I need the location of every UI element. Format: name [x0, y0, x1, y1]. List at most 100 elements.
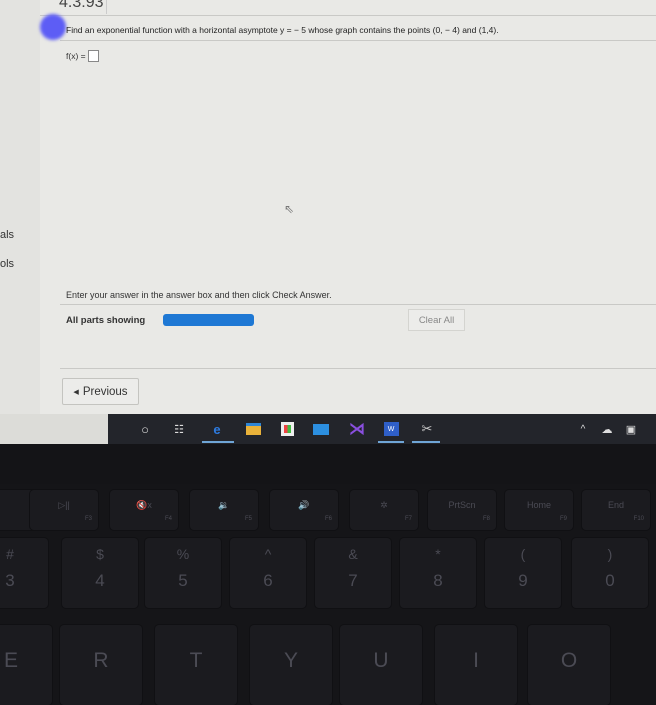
snipping-tool-icon[interactable]: ✂: [418, 420, 436, 438]
previous-button[interactable]: ◀ Previous: [62, 378, 139, 405]
question-number: 4.3.93: [55, 0, 107, 14]
key-label: U: [373, 649, 389, 672]
caret-left-icon: ◀: [73, 388, 79, 396]
edge-icon[interactable]: e: [208, 420, 226, 438]
key-f10[interactable]: End F10: [582, 490, 650, 530]
laptop-bezel: [0, 444, 656, 484]
key-shift-label: &: [348, 546, 358, 562]
key-7[interactable]: & 7: [315, 538, 391, 608]
key-y[interactable]: Y: [250, 625, 332, 705]
clear-all-button[interactable]: Clear All: [408, 309, 465, 331]
key-shift-label: ): [607, 546, 613, 562]
instruction-text: Enter your answer in the answer box and …: [66, 290, 332, 300]
sidebar: als ols n: [0, 0, 40, 433]
key-label: R: [93, 649, 109, 672]
key-fn-label: F7: [404, 516, 412, 522]
task-view-icon[interactable]: ☷: [170, 420, 188, 438]
key-label: Home: [526, 500, 551, 510]
key-r[interactable]: R: [60, 625, 142, 705]
key-shift-label: $: [96, 546, 104, 562]
key-fn-label: F4: [164, 516, 172, 522]
key-f3[interactable]: ▷|| F3: [30, 490, 98, 530]
key-f9[interactable]: Home F9: [505, 490, 573, 530]
key-label: Y: [283, 649, 298, 672]
key-o[interactable]: O: [528, 625, 610, 705]
visual-studio-icon[interactable]: ⋊: [348, 420, 366, 438]
sidebar-item[interactable]: als: [0, 229, 14, 241]
browser-page: als ols n 4.3.93 Find an exponential fun…: [0, 0, 656, 433]
key-6[interactable]: ^ 6: [230, 538, 306, 608]
chevron-up-icon[interactable]: ^: [574, 420, 592, 438]
key-label: 7: [348, 571, 358, 590]
key-f6[interactable]: 🔊 F6: [270, 490, 338, 530]
answer-label: f(x) =: [66, 51, 86, 61]
key-shift-label: *: [435, 546, 441, 562]
key-label: 0: [605, 571, 615, 590]
key-shift-label: %: [176, 546, 190, 562]
key-i[interactable]: I: [435, 625, 517, 705]
key-label: 5: [178, 571, 188, 590]
key-fn-label: F6: [324, 516, 332, 522]
key-label: PrtScn: [448, 500, 476, 510]
key-fn-label: F3: [84, 516, 92, 522]
key-label: End: [607, 500, 624, 510]
key-fn-label: F5: [244, 516, 252, 522]
key-label: ✲: [380, 500, 388, 510]
key-label: O: [560, 649, 578, 672]
active-indicator: [202, 441, 234, 443]
key-0[interactable]: ) 0: [572, 538, 648, 608]
key-label: 6: [263, 571, 273, 590]
divider: [60, 304, 656, 305]
key-5[interactable]: % 5: [145, 538, 221, 608]
key-u[interactable]: U: [340, 625, 422, 705]
key-label: 9: [518, 571, 528, 590]
parts-progress-bar: [163, 314, 254, 326]
key-label: 8: [433, 571, 443, 590]
key-label: T: [189, 649, 203, 672]
taskbar: ○ ☷ e ⋊ W ✂ ^ ☁ ▣: [108, 414, 656, 444]
key-label: I: [473, 649, 479, 672]
key-4[interactable]: $4: [62, 538, 138, 608]
notification-icon[interactable]: ▣: [622, 420, 640, 438]
key-label: 🔉: [218, 500, 230, 510]
question-text: Find an exponential function with a hori…: [66, 25, 499, 35]
desktop-edge: [0, 414, 108, 444]
mail-icon[interactable]: [313, 423, 329, 435]
word-icon[interactable]: W: [383, 422, 399, 436]
key-t[interactable]: T: [155, 625, 237, 705]
file-explorer-icon[interactable]: [245, 423, 261, 435]
key-fn-label: F8: [482, 516, 490, 522]
answer-input[interactable]: [87, 50, 99, 62]
key-f4[interactable]: 🔇x F4: [110, 490, 178, 530]
key-8[interactable]: * 8: [400, 538, 476, 608]
key-f7[interactable]: ✲ F7: [350, 490, 418, 530]
open-indicator: [378, 441, 404, 443]
key-f5[interactable]: 🔉 F5: [190, 490, 258, 530]
cortana-icon[interactable]: ○: [136, 420, 154, 438]
cursor-highlight: [40, 14, 66, 40]
previous-label: Previous: [82, 385, 128, 398]
key-shift-label: (: [520, 546, 526, 562]
key-shift-label: ^: [264, 546, 272, 562]
divider: [60, 368, 656, 369]
parts-label: All parts showing: [66, 315, 146, 326]
sidebar-item[interactable]: ols: [0, 258, 14, 270]
divider: [40, 15, 656, 16]
key-label: ▷||: [58, 500, 70, 510]
key-label: 3: [5, 571, 15, 590]
key-3[interactable]: #3: [0, 538, 48, 608]
key-9[interactable]: (9: [485, 538, 561, 608]
key-e[interactable]: E: [0, 625, 52, 705]
key-label: E: [3, 649, 18, 672]
key-fn-label: F9: [559, 516, 567, 522]
key-f8[interactable]: PrtScn F8: [428, 490, 496, 530]
key-label: 4: [95, 571, 105, 590]
mouse-pointer-icon: ⇖: [284, 202, 295, 216]
key-label: 🔊: [298, 500, 310, 510]
key-label: 🔇x: [136, 500, 152, 510]
divider: [60, 40, 656, 41]
key-fn-label: F10: [633, 516, 644, 522]
answer-row: f(x) =: [66, 50, 99, 62]
onedrive-icon[interactable]: ☁: [598, 420, 616, 438]
store-icon[interactable]: [280, 422, 294, 436]
